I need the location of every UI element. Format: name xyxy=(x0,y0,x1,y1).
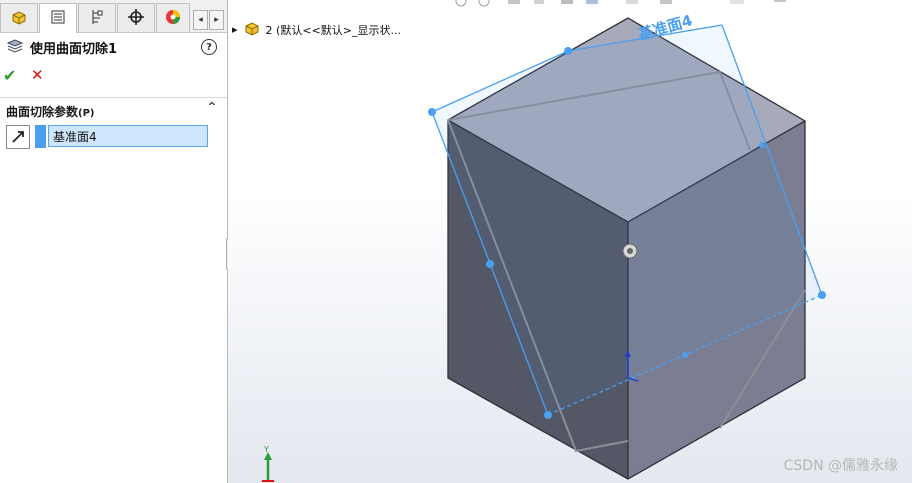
tab-display-manager[interactable] xyxy=(156,3,190,32)
section-header-surface-cut-parameters[interactable]: 曲面切除参数(P) ⌃ xyxy=(0,97,227,122)
ok-button[interactable]: ✔ xyxy=(3,66,16,85)
model-scene[interactable]: 基准面4 Y xyxy=(228,0,912,483)
property-manager-icon xyxy=(49,8,67,29)
cancel-button[interactable]: ✕ xyxy=(31,66,44,84)
section-hotkey: (P) xyxy=(78,108,95,119)
view-triad-icon: Y xyxy=(262,445,274,482)
selection-color-swatch xyxy=(35,125,46,148)
property-manager-panel: ◂ ▸ 使用曲面切除1 ? ✔ ✕ 曲面切除参数(P) ⌃ 基准面4 xyxy=(0,0,228,483)
feature-title: 使用曲面切除1 xyxy=(30,42,118,57)
surface-cut-icon xyxy=(6,38,24,57)
heads-up-toolbar[interactable] xyxy=(455,0,786,7)
selected-face-item[interactable]: 基准面4 xyxy=(53,130,97,144)
center-marker-icon xyxy=(622,243,638,259)
part-icon xyxy=(10,8,28,29)
tab-scroll-right-button[interactable]: ▸ xyxy=(209,10,224,30)
tab-feature-manager[interactable] xyxy=(0,3,38,32)
help-icon[interactable]: ? xyxy=(201,39,217,55)
tab-configuration-manager[interactable] xyxy=(78,3,116,32)
panel-tabs: ◂ ▸ xyxy=(0,0,227,33)
graphics-viewport[interactable]: ▸ 2 (默认<<默认>_显示状... 基准面4 Y CSDN @儒雅永缘 xyxy=(228,0,912,483)
selected-face-list[interactable]: 基准面4 xyxy=(48,125,208,147)
face-select-icon[interactable] xyxy=(6,125,30,149)
crosshair-icon xyxy=(127,8,145,29)
tab-scroll-left-button[interactable]: ◂ xyxy=(193,10,208,30)
section-title: 曲面切除参数(P) xyxy=(6,105,95,119)
appearance-icon xyxy=(164,8,182,29)
config-icon xyxy=(88,8,106,29)
axis-label: Y xyxy=(263,445,269,454)
tab-dimxpert[interactable] xyxy=(117,3,155,32)
tab-property-manager[interactable] xyxy=(39,3,77,33)
collapse-icon[interactable]: ⌃ xyxy=(206,100,218,116)
watermark: CSDN @儒雅永缘 xyxy=(783,458,898,474)
